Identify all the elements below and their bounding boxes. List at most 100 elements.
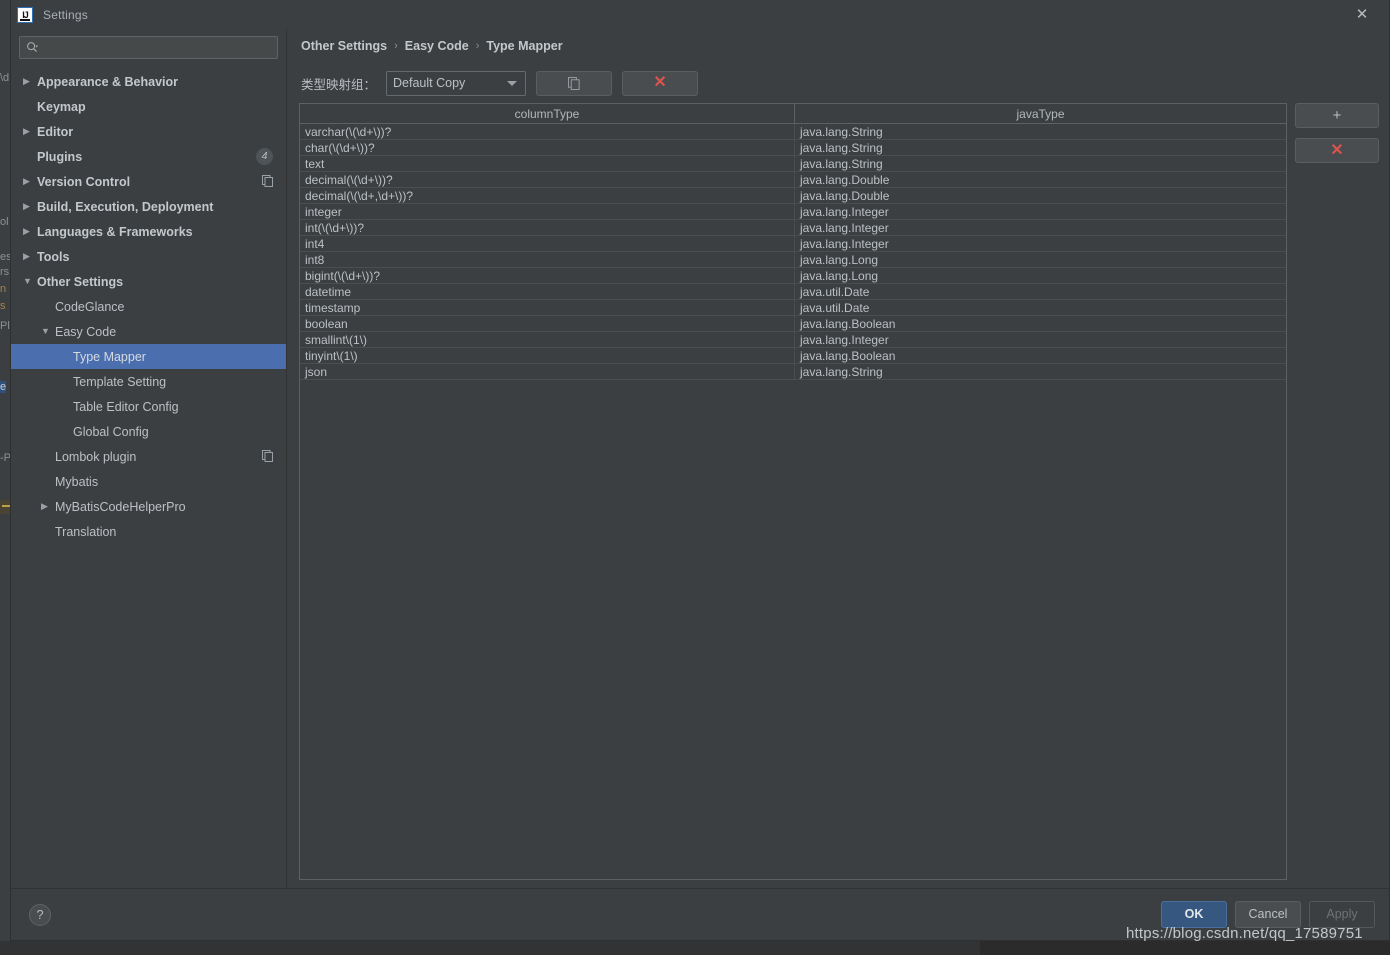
type-mapper-toolbar: 类型映射组： Default Copy ✕ — [299, 63, 1381, 103]
cell-column-type[interactable]: text — [300, 156, 795, 172]
cell-java-type[interactable]: java.lang.Long — [795, 268, 1286, 284]
cell-java-type[interactable]: java.lang.String — [795, 124, 1286, 140]
cell-java-type[interactable]: java.lang.String — [795, 364, 1286, 380]
sidebar-item-build-execution-deployment[interactable]: ▶ Build, Execution, Deployment — [11, 194, 286, 219]
copy-icon — [567, 76, 580, 90]
cell-java-type[interactable]: java.lang.Boolean — [795, 348, 1286, 364]
sidebar-item-template-setting[interactable]: ▶Template Setting — [11, 369, 286, 394]
column-header[interactable]: javaType — [795, 104, 1286, 124]
sidebar-item-tools[interactable]: ▶ Tools — [11, 244, 286, 269]
chevron-right-icon: ▶ — [23, 201, 30, 211]
cell-java-type[interactable]: java.lang.Double — [795, 172, 1286, 188]
cell-column-type[interactable]: int(\(\d+\))? — [300, 220, 795, 236]
cell-java-type[interactable]: java.lang.Double — [795, 188, 1286, 204]
sidebar-item-codeglance[interactable]: ▶CodeGlance — [11, 294, 286, 319]
table-row[interactable]: char(\(\d+\))? java.lang.String — [300, 140, 1286, 156]
cell-java-type[interactable]: java.lang.Integer — [795, 332, 1286, 348]
sidebar-item-label: Editor — [37, 124, 74, 139]
sidebar-item-version-control[interactable]: ▶ Version Control — [11, 169, 286, 194]
cell-column-type[interactable]: json — [300, 364, 795, 380]
delete-group-button[interactable]: ✕ — [622, 70, 699, 96]
table-row[interactable]: tinyint\(1\) java.lang.Boolean — [300, 348, 1286, 364]
cell-column-type[interactable]: timestamp — [300, 300, 795, 316]
cell-column-type[interactable]: datetime — [300, 284, 795, 300]
sidebar-item-label: Keymap — [37, 99, 86, 114]
settings-sidebar: ▶Appearance & Behavior▶Keymap▶Editor▶Plu… — [11, 29, 287, 888]
cell-java-type[interactable]: java.util.Date — [795, 284, 1286, 300]
cell-java-type[interactable]: java.lang.Integer — [795, 204, 1286, 220]
table-row[interactable]: varchar(\(\d+\))? java.lang.String — [300, 124, 1286, 140]
sidebar-item-label: Other Settings — [37, 274, 124, 289]
copy-group-button[interactable] — [536, 70, 613, 96]
close-icon[interactable]: ✕ — [1345, 0, 1379, 29]
table-row[interactable]: int8 java.lang.Long — [300, 252, 1286, 268]
cell-column-type[interactable]: integer — [300, 204, 795, 220]
apply-button: Apply — [1309, 901, 1375, 928]
column-header[interactable]: columnType — [300, 104, 795, 124]
sidebar-item-languages-frameworks[interactable]: ▶ Languages & Frameworks — [11, 219, 286, 244]
help-button[interactable]: ? — [29, 903, 51, 926]
cell-column-type[interactable]: bigint(\(\d+\))? — [300, 268, 795, 284]
sidebar-item-easy-code[interactable]: ▼ Easy Code — [11, 319, 286, 344]
cell-column-type[interactable]: int8 — [300, 252, 795, 268]
sidebar-item-table-editor-config[interactable]: ▶Table Editor Config — [11, 394, 286, 419]
cancel-button[interactable]: Cancel — [1235, 901, 1301, 928]
chevron-right-icon: ▶ — [41, 501, 48, 511]
cell-column-type[interactable]: decimal(\(\d+\))? — [300, 172, 795, 188]
sidebar-item-keymap[interactable]: ▶Keymap — [11, 94, 286, 119]
sidebar-item-plugins[interactable]: ▶Plugins 4 — [11, 144, 286, 169]
sidebar-item-global-config[interactable]: ▶Global Config — [11, 419, 286, 444]
cell-java-type[interactable]: java.util.Date — [795, 300, 1286, 316]
sidebar-item-mybatis[interactable]: ▶Mybatis — [11, 469, 286, 494]
table-row[interactable]: integer java.lang.Integer — [300, 204, 1286, 220]
cell-column-type[interactable]: char(\(\d+\))? — [300, 140, 795, 156]
table-row[interactable]: int(\(\d+\))? java.lang.Integer — [300, 220, 1286, 236]
table-row[interactable]: json java.lang.String — [300, 364, 1286, 380]
table-row[interactable]: timestamp java.util.Date — [300, 300, 1286, 316]
breadcrumb-item[interactable]: Easy Code — [405, 39, 469, 53]
table-row[interactable]: bigint(\(\d+\))? java.lang.Long — [300, 268, 1286, 284]
sidebar-item-editor[interactable]: ▶ Editor — [11, 119, 286, 144]
sidebar-item-type-mapper[interactable]: ▶Type Mapper — [11, 344, 286, 369]
sidebar-item-other-settings[interactable]: ▼ Other Settings — [11, 269, 286, 294]
search-box[interactable] — [19, 36, 278, 59]
cell-column-type[interactable]: varchar(\(\d+\))? — [300, 124, 795, 140]
cell-java-type[interactable]: java.lang.Integer — [795, 236, 1286, 252]
cell-java-type[interactable]: java.lang.Boolean — [795, 316, 1286, 332]
sidebar-item-label: Type Mapper — [73, 349, 146, 364]
cell-java-type[interactable]: java.lang.String — [795, 156, 1286, 172]
table-body: varchar(\(\d+\))? java.lang.String char(\(… — [300, 124, 1286, 879]
cell-column-type[interactable]: decimal(\(\d+,\d+\))? — [300, 188, 795, 204]
sidebar-item-mybatiscodehelperpro[interactable]: ▶ MyBatisCodeHelperPro — [11, 494, 286, 519]
search-input[interactable] — [39, 39, 271, 56]
remove-mapping-button[interactable]: ✕ — [1295, 138, 1379, 163]
table-row[interactable]: text java.lang.String — [300, 156, 1286, 172]
cell-java-type[interactable]: java.lang.Long — [795, 252, 1286, 268]
sidebar-item-appearance-behavior[interactable]: ▶ Appearance & Behavior — [11, 69, 286, 94]
cell-column-type[interactable]: tinyint\(1\) — [300, 348, 795, 364]
sidebar-item-lombok-plugin[interactable]: ▶Lombok plugin — [11, 444, 286, 469]
add-mapping-button[interactable]: + — [1295, 103, 1379, 128]
dialog-titlebar: Settings ✕ — [11, 0, 1389, 29]
table-row[interactable]: smallint\(1\) java.lang.Integer — [300, 332, 1286, 348]
cell-java-type[interactable]: java.lang.Integer — [795, 220, 1286, 236]
ok-button[interactable]: OK — [1161, 901, 1227, 928]
sidebar-item-label: Tools — [37, 249, 70, 264]
cell-java-type[interactable]: java.lang.String — [795, 140, 1286, 156]
sidebar-item-translation[interactable]: ▶Translation — [11, 519, 286, 544]
close-icon: ✕ — [1330, 141, 1344, 159]
table-row[interactable]: decimal(\(\d+\))? java.lang.Double — [300, 172, 1286, 188]
cell-column-type[interactable]: int4 — [300, 236, 795, 252]
cell-column-type[interactable]: smallint\(1\) — [300, 332, 795, 348]
type-group-select[interactable]: Default Copy — [386, 70, 527, 96]
cell-column-type[interactable]: boolean — [300, 316, 795, 332]
plugins-update-badge: 4 — [256, 148, 273, 165]
table-row[interactable]: int4 java.lang.Integer — [300, 236, 1286, 252]
table-row[interactable]: datetime java.util.Date — [300, 284, 1286, 300]
breadcrumb-item[interactable]: Other Settings — [301, 39, 387, 53]
table-row[interactable]: decimal(\(\d+,\d+\))? java.lang.Double — [300, 188, 1286, 204]
breadcrumb-item[interactable]: Type Mapper — [486, 39, 562, 53]
type-mapper-table-area: columnType javaType varchar(\(\d+\))? java… — [299, 103, 1381, 888]
chevron-right-icon: ▶ — [23, 176, 30, 186]
table-row[interactable]: boolean java.lang.Boolean — [300, 316, 1286, 332]
